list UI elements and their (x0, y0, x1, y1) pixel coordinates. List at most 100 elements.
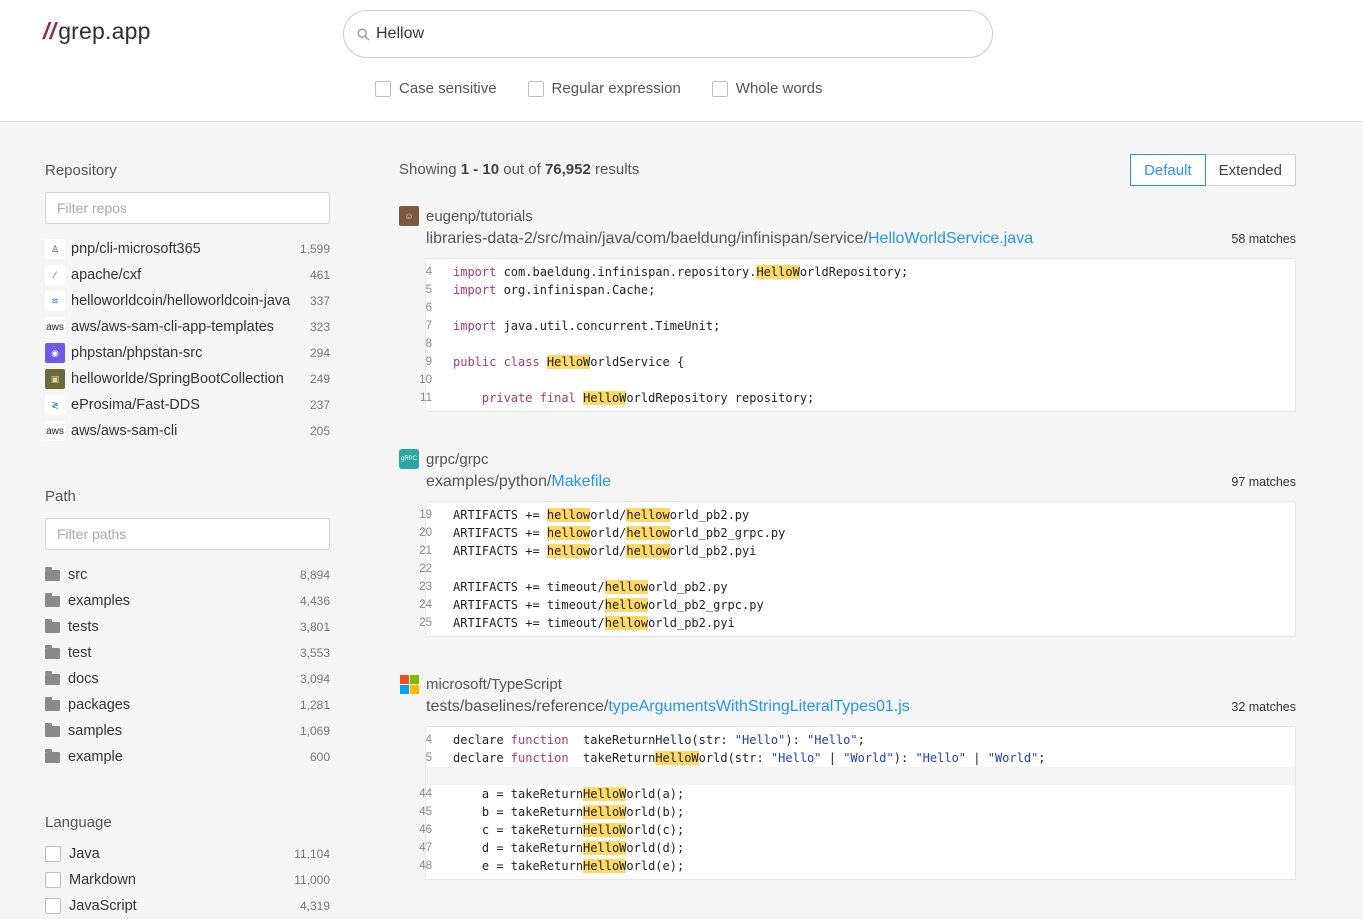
repo-name: aws/aws-sam-cli (71, 423, 178, 439)
option-regular-expression[interactable]: Regular expression (527, 80, 681, 97)
code-token: c = takeReturn (453, 823, 584, 837)
language-filter-item[interactable]: Markdown 11,000 (45, 867, 330, 893)
match-highlight: HelloW (655, 751, 699, 765)
whole-words-checkbox[interactable] (711, 80, 728, 97)
path-section: Path Filter paths src 8,894 examples 4,436 t… (45, 488, 330, 770)
path-filter-item[interactable]: samples 1,069 (45, 718, 330, 744)
result-repo[interactable]: microsoft/TypeScript (399, 674, 1296, 694)
code-line: 21 ARTIFACTS += helloworld/helloworld_pb2… (419, 542, 1295, 560)
repo-filter-item[interactable]: aws aws/aws-sam-cli 205 (45, 418, 330, 444)
folder-icon (45, 592, 60, 607)
search-box[interactable] (343, 10, 993, 58)
view-default-button[interactable]: Default (1130, 154, 1206, 186)
match-highlight: hellow (626, 508, 670, 522)
language-checkbox[interactable] (45, 846, 61, 862)
path-filter-item[interactable]: tests 3,801 (45, 614, 330, 640)
path-filter-item[interactable]: example 600 (45, 744, 330, 770)
keyword-token: private final (481, 391, 584, 405)
language-filter-item[interactable]: Java 11,104 (45, 841, 330, 867)
result-file-name[interactable]: Makefile (551, 473, 611, 490)
result-file-path[interactable]: libraries-data-2/src/main/java/com/baeld… (426, 230, 1033, 248)
code-token: ARTIFACTS += timeout/ (453, 580, 605, 594)
result-match-count: 58 matches (1231, 232, 1296, 246)
helloworldcoin-avatar-icon: ≋ (45, 291, 65, 311)
language-section: Language Java 11,104 Markdown 11,000 JavaScr… (45, 814, 330, 919)
code-token: orld/ (590, 526, 627, 540)
path-filter-item[interactable]: packages 1,281 (45, 692, 330, 718)
repo-count: 461 (309, 268, 330, 282)
code-line: 44 a = takeReturnHelloWorld(a); (419, 785, 1295, 803)
result-file-path[interactable]: examples/python/Makefile (426, 473, 611, 491)
app-logo[interactable]: //grep.app (43, 18, 151, 45)
search-input[interactable] (376, 25, 956, 43)
result-file-path[interactable]: tests/baselines/reference/typeArgumentsW… (426, 698, 910, 716)
repo-filter-item[interactable]: ≋ helloworldcoin/helloworldcoin-java 337 (45, 288, 330, 314)
repo-filter-item[interactable]: aws aws/aws-sam-cli-app-templates 323 (45, 314, 330, 340)
repo-filter-item[interactable]: ⁄ apache/cxf 461 (45, 262, 330, 288)
code-token: orldRepository repository; (626, 391, 815, 405)
line-number: 24 (419, 599, 432, 611)
filter-repos-input[interactable]: Filter repos (45, 192, 330, 224)
code-token: takeReturn (575, 751, 656, 765)
folder-icon (45, 670, 60, 685)
code-token: ; (857, 733, 865, 747)
regex-checkbox[interactable] (527, 80, 544, 97)
line-number: 5 (425, 752, 432, 764)
repo-count: 249 (309, 372, 330, 386)
filter-paths-input[interactable]: Filter paths (45, 518, 330, 550)
view-extended-button[interactable]: Extended (1205, 154, 1296, 186)
code-token: orld(c); (626, 823, 685, 837)
search-options: Case sensitive Regular expression Whole … (375, 80, 854, 97)
code-token: orld_pb2.py (648, 580, 728, 594)
path-filter-item[interactable]: src 8,894 (45, 562, 330, 588)
code-token: ; (1038, 751, 1046, 765)
code-line: 48 e = takeReturnHelloWorld(e); (419, 857, 1295, 875)
language-count: 11,104 (294, 847, 330, 861)
match-highlight: HelloW (583, 841, 627, 855)
repo-filter-item[interactable]: ◉ phpstan/phpstan-src 294 (45, 340, 330, 366)
code-token: orld(d); (626, 841, 685, 855)
path-filter-item[interactable]: test 3,553 (45, 640, 330, 666)
option-label: Regular expression (551, 80, 681, 97)
match-highlight: HelloW (583, 391, 627, 405)
language-filter-item[interactable]: JavaScript 4,319 (45, 893, 330, 919)
result-repo[interactable]: gRPC grpc/grpc (399, 449, 1296, 469)
result-file-name[interactable]: typeArgumentsWithStringLiteralTypes01.js (608, 698, 909, 715)
option-label: Case sensitive (399, 80, 497, 97)
code-line: 9 public class HelloWorldService { (426, 353, 1295, 371)
path-filter-item[interactable]: examples 4,436 (45, 588, 330, 614)
repo-count: 337 (309, 294, 330, 308)
keyword-token: import (453, 319, 504, 333)
repo-name: helloworldcoin/helloworldcoin-java (71, 293, 291, 309)
repo-filter-item[interactable]: ≷ eProsima/Fast-DDS 237 (45, 392, 330, 418)
code-token: org.infinispan.Cache; (503, 283, 656, 297)
path-list: src 8,894 examples 4,436 tests 3,801 test 3,553… (45, 562, 330, 770)
line-text: d = takeReturnHelloWorld(d); (446, 841, 684, 855)
language-checkbox[interactable] (45, 898, 61, 914)
code-line: 47 d = takeReturnHelloWorld(d); (419, 839, 1295, 857)
code-token: com.baeldung.infinispan.repository. (503, 265, 757, 279)
repo-filter-item[interactable]: ▣ helloworlde/SpringBootCollection 249 (45, 366, 330, 392)
language-checkbox[interactable] (45, 872, 61, 888)
result-file-name[interactable]: HelloWorldService.java (868, 230, 1033, 247)
option-whole-words[interactable]: Whole words (711, 80, 823, 97)
path-name: test (68, 645, 92, 661)
case-sensitive-checkbox[interactable] (375, 80, 391, 97)
path-filter-item[interactable]: docs 3,094 (45, 666, 330, 692)
option-case-sensitive[interactable]: Case sensitive (375, 80, 497, 97)
language-list: Java 11,104 Markdown 11,000 JavaScript 4,319 (45, 841, 330, 919)
code-line: 23 ARTIFACTS += timeout/helloworld_pb2.py (419, 578, 1295, 596)
language-count: 11,000 (294, 873, 330, 887)
snippet-gap (426, 767, 1295, 785)
repo-filter-item[interactable]: ♙ pnp/cli-microsoft365 1,599 (45, 236, 330, 262)
code-token: ARTIFACTS += (453, 526, 547, 540)
match-highlight: HelloW (756, 265, 800, 279)
result-repo[interactable]: ☺ eugenp/tutorials (399, 206, 1296, 226)
result-repo-name: grpc/grpc (426, 450, 489, 468)
folder-icon (45, 566, 60, 581)
result-dir: tests/baselines/reference/ (426, 698, 609, 715)
code-line: 46 c = takeReturnHelloWorld(c); (419, 821, 1295, 839)
code-token: e = takeReturn (453, 859, 584, 873)
code-token: | (966, 751, 988, 765)
line-text: public class HelloWorldService { (446, 355, 684, 369)
